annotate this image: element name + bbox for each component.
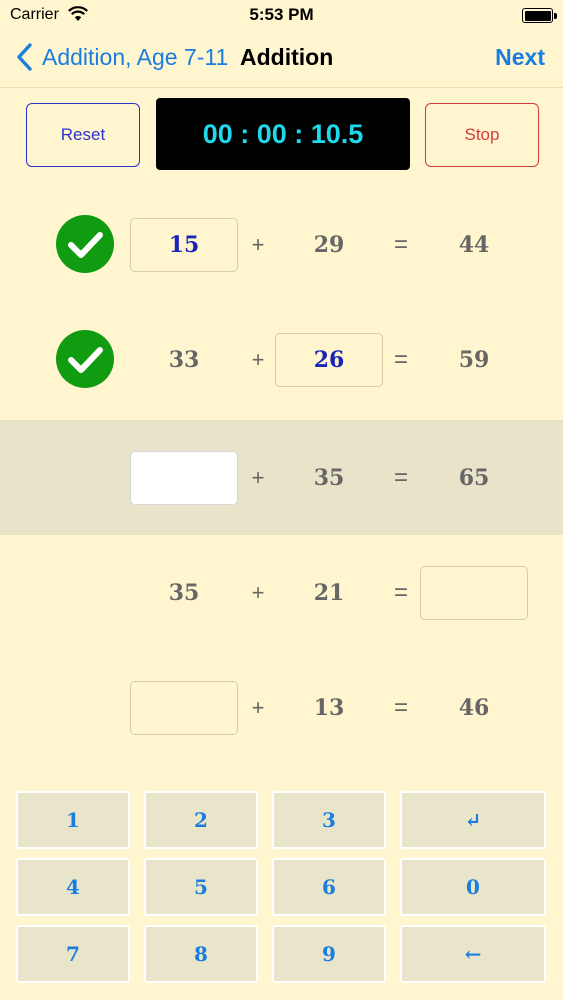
- next-button[interactable]: Next: [495, 44, 545, 71]
- navigation-bar: Addition, Age 7-11 Addition Next: [0, 30, 563, 88]
- key-6[interactable]: 6: [272, 858, 386, 916]
- chevron-left-icon: [17, 43, 32, 71]
- equals-sign: =: [393, 578, 408, 606]
- operand: 29: [313, 231, 345, 258]
- checkmark-icon: [56, 215, 114, 273]
- equals-sign: =: [393, 230, 408, 258]
- problem-row-active: + 35 = 65: [0, 420, 563, 535]
- timer-display: 00 : 00 : 10.5: [156, 98, 410, 170]
- page-title: Addition: [240, 44, 334, 70]
- operand: 35: [313, 464, 345, 491]
- answer-input[interactable]: [420, 565, 528, 620]
- plus-sign: +: [251, 694, 265, 720]
- key-3[interactable]: 3: [272, 791, 386, 849]
- operand: 35: [168, 579, 200, 606]
- key-backspace[interactable]: ←: [400, 925, 546, 983]
- sum: 65: [458, 464, 490, 491]
- plus-sign: +: [251, 579, 265, 605]
- clock: 5:53 PM: [249, 5, 314, 24]
- plus-sign: +: [251, 231, 265, 257]
- equals-sign: =: [393, 463, 408, 491]
- operand: 21: [313, 579, 345, 606]
- sum: 46: [458, 694, 490, 721]
- key-5[interactable]: 5: [144, 858, 258, 916]
- checkmark-icon: [56, 330, 114, 388]
- sum: 59: [458, 346, 490, 373]
- key-2[interactable]: 2: [144, 791, 258, 849]
- operand: 33: [168, 346, 200, 373]
- equals-sign: =: [393, 345, 408, 373]
- key-4[interactable]: 4: [16, 858, 130, 916]
- key-enter[interactable]: ↵: [400, 791, 546, 849]
- back-button[interactable]: Addition, Age 7-11: [14, 42, 228, 72]
- problem-row: 33 + 26 = 59: [0, 302, 563, 417]
- key-0[interactable]: 0: [400, 858, 546, 916]
- answer-input[interactable]: 15: [130, 217, 238, 272]
- answer-input-focused[interactable]: [130, 450, 238, 505]
- plus-sign: +: [251, 346, 265, 372]
- key-7[interactable]: 7: [16, 925, 130, 983]
- key-8[interactable]: 8: [144, 925, 258, 983]
- answer-input[interactable]: 26: [275, 332, 383, 387]
- status-bar: Carrier 5:53 PM: [0, 0, 563, 30]
- back-label: Addition, Age 7-11: [42, 43, 229, 70]
- reset-button[interactable]: Reset: [26, 103, 140, 167]
- problem-row: 35 + 21 =: [0, 535, 563, 650]
- plus-sign: +: [251, 464, 265, 490]
- operand: 13: [313, 694, 345, 721]
- battery-icon: [522, 8, 557, 23]
- stop-button[interactable]: Stop: [425, 103, 539, 167]
- sum: 44: [458, 231, 490, 258]
- key-9[interactable]: 9: [272, 925, 386, 983]
- answer-input[interactable]: [130, 680, 238, 735]
- problem-row: + 13 = 46: [0, 650, 563, 765]
- equals-sign: =: [393, 693, 408, 721]
- key-1[interactable]: 1: [16, 791, 130, 849]
- problem-row: 15 + 29 = 44: [0, 187, 563, 302]
